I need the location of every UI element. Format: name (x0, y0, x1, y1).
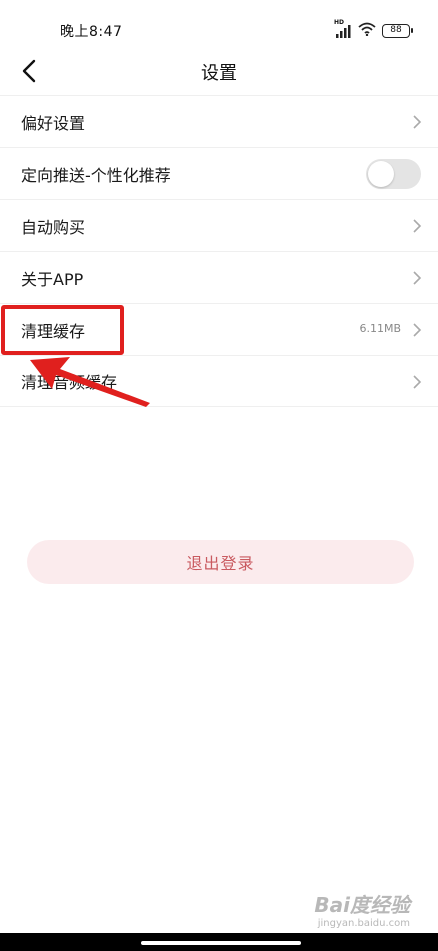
row-label: 清理缓存 (21, 321, 86, 341)
watermark-url: jingyan.baidu.com (317, 918, 410, 929)
settings-row-personalized-push: 定向推送-个性化推荐 (0, 147, 438, 199)
watermark-logo: Bai度经验 (314, 893, 410, 917)
battery-icon: 88 (382, 23, 413, 38)
chevron-right-icon (413, 323, 422, 337)
settings-row-about-app[interactable]: 关于APP (0, 251, 438, 303)
settings-row-clear-audio-cache[interactable]: 清理音频缓存 (0, 355, 438, 407)
settings-row-clear-cache[interactable]: 清理缓存 6.11MB (0, 303, 438, 355)
logout-button[interactable]: 退出登录 (27, 540, 414, 584)
home-indicator[interactable] (141, 941, 301, 945)
logout-label: 退出登录 (186, 554, 255, 573)
chevron-right-icon (413, 219, 422, 233)
row-label: 关于APP (21, 269, 84, 289)
cache-size-value: 6.11MB (359, 322, 401, 335)
toggle-knob (368, 161, 394, 187)
settings-list: 偏好设置 定向推送-个性化推荐 自动购买 关于APP 清理缓存 6.11MB 清… (0, 95, 438, 407)
wifi-icon (358, 21, 376, 40)
nav-bar: 设置 (0, 48, 438, 94)
row-label: 偏好设置 (21, 113, 86, 133)
chevron-right-icon (413, 271, 422, 285)
row-label: 清理音频缓存 (21, 373, 118, 392)
status-icons: HD 88 (334, 19, 413, 40)
watermark: Bai度经验 jingyan.baidu.com (314, 889, 410, 929)
row-label: 自动购买 (21, 217, 86, 237)
signal-icon: HD (334, 19, 352, 38)
chevron-right-icon (413, 375, 422, 389)
chevron-right-icon (413, 115, 422, 129)
settings-row-auto-purchase[interactable]: 自动购买 (0, 199, 438, 251)
settings-row-preferences[interactable]: 偏好设置 (0, 95, 438, 147)
status-time: 晚上8:47 (60, 24, 123, 40)
system-nav-bar (0, 933, 438, 951)
page-title: 设置 (201, 63, 237, 84)
personalized-push-toggle[interactable] (366, 159, 421, 189)
row-label: 定向推送-个性化推荐 (21, 165, 171, 185)
